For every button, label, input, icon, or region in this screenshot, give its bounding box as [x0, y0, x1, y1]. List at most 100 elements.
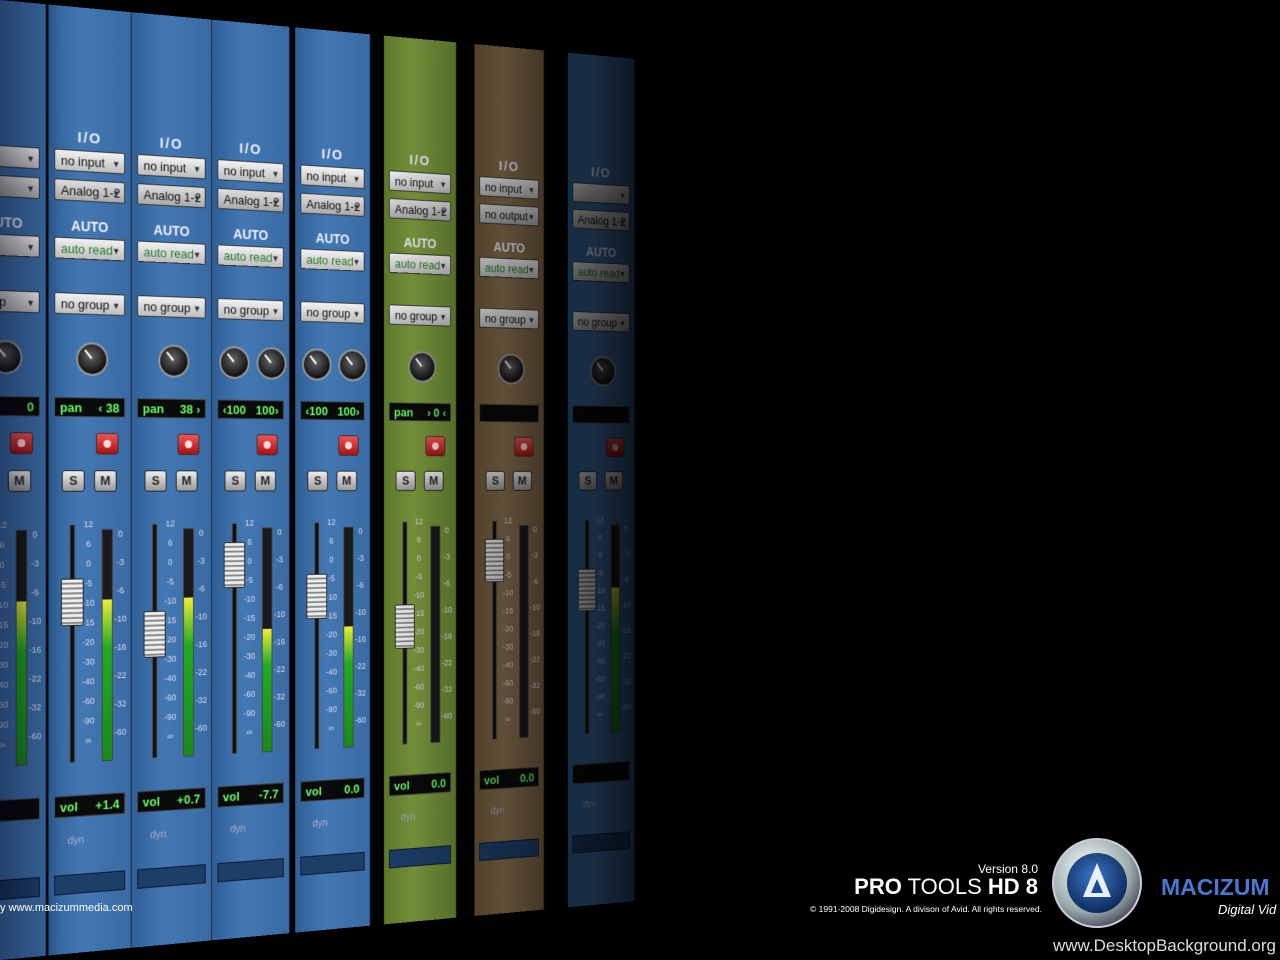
input-select[interactable]: no input	[137, 153, 206, 180]
automation-mode-select[interactable]: read	[0, 232, 40, 258]
mute-button[interactable]: M	[604, 471, 623, 491]
output-select[interactable]: Analog 1-2	[217, 187, 284, 213]
volume-readout[interactable]: vol 0.0	[479, 766, 539, 791]
solo-button[interactable]: S	[307, 470, 328, 492]
group-select[interactable]: no group	[572, 311, 630, 333]
pan-readout[interactable]: pan ‹ 38	[54, 396, 126, 418]
pan-readout[interactable]: pan 38 ›	[137, 398, 206, 419]
record-enable-button[interactable]	[338, 435, 359, 456]
input-select[interactable]: no input	[54, 148, 126, 175]
automation-mode-select[interactable]: auto read	[217, 244, 284, 269]
mute-button[interactable]: M	[423, 470, 444, 492]
pan-knob-icon[interactable]	[302, 348, 332, 381]
group-select[interactable]: no group	[479, 307, 539, 330]
output-select[interactable]: Analog 1-2	[388, 197, 451, 222]
volume-fader-handle[interactable]	[484, 538, 505, 583]
volume-readout[interactable]	[572, 761, 630, 785]
input-select[interactable]: no input	[300, 164, 365, 190]
automation-mode-select[interactable]: auto read	[54, 236, 126, 262]
meter-scale: 0 -3 -6 -10 -16 -22 -32 -60	[194, 528, 208, 750]
solo-button[interactable]: S	[485, 470, 505, 491]
automation-mode-select[interactable]: auto read	[137, 240, 206, 265]
pan-knob-icon[interactable]	[408, 351, 437, 383]
output-select[interactable]: no output	[479, 203, 539, 227]
input-select[interactable]: no input	[479, 176, 539, 200]
pan-readout[interactable]	[572, 405, 630, 424]
volume-fader-handle[interactable]	[577, 568, 597, 612]
track-name-field[interactable]	[54, 870, 126, 896]
meter-tick-label: -22	[28, 673, 42, 684]
pan-readout[interactable]: ‹100 100›	[300, 400, 365, 421]
volume-fader-handle[interactable]	[394, 604, 415, 650]
pan-readout[interactable]: ‹100 100›	[217, 399, 284, 420]
track-name-field[interactable]	[388, 845, 451, 869]
channel-strip: AUTOreadgroup0SM1260-5-10-15-20-30-40-60…	[0, 0, 47, 960]
pan-knob-right-icon[interactable]	[338, 349, 368, 382]
mute-button[interactable]: M	[175, 470, 198, 492]
pan-knob-icon[interactable]	[219, 345, 250, 380]
record-enable-button[interactable]	[606, 437, 625, 458]
output-select[interactable]	[0, 173, 40, 200]
mute-button[interactable]: M	[254, 470, 276, 492]
record-enable-button[interactable]	[514, 436, 534, 457]
automation-mode-select[interactable]: auto read	[388, 252, 451, 276]
pan-knob-icon[interactable]	[76, 342, 109, 377]
record-enable-button[interactable]	[256, 434, 278, 456]
output-select[interactable]: Analog 1-2	[137, 183, 206, 209]
output-select[interactable]: Analog 1-2	[572, 208, 630, 232]
solo-button[interactable]: S	[395, 470, 416, 492]
volume-readout[interactable]: vol 0.0	[300, 777, 365, 803]
group-select[interactable]: no group	[388, 304, 451, 327]
automation-mode-select[interactable]: auto read	[300, 248, 365, 272]
track-name-field[interactable]	[0, 876, 40, 903]
group-select[interactable]: no group	[217, 297, 284, 322]
pan-knob-icon[interactable]	[590, 355, 617, 387]
volume-readout[interactable]: vol -7.7	[217, 782, 284, 808]
group-select[interactable]: no group	[137, 295, 206, 319]
meter-tick-label: -3	[116, 557, 125, 567]
mute-button[interactable]: M	[94, 470, 117, 492]
solo-button[interactable]: S	[144, 470, 167, 492]
record-enable-button[interactable]	[9, 432, 34, 455]
track-name-field[interactable]	[572, 831, 630, 854]
pan-knob-right-icon[interactable]	[256, 346, 287, 380]
mute-button[interactable]: M	[7, 470, 32, 492]
volume-fader-handle[interactable]	[306, 573, 328, 620]
volume-readout[interactable]: vol +0.7	[137, 787, 206, 813]
output-select[interactable]: Analog 1-2	[300, 192, 365, 217]
mute-button[interactable]: M	[512, 470, 532, 491]
volume-fader-handle[interactable]	[223, 541, 246, 589]
group-select[interactable]: no group	[54, 291, 126, 317]
input-select[interactable]	[0, 142, 40, 170]
input-select[interactable]	[572, 182, 630, 206]
output-select[interactable]: Analog 1-2	[54, 178, 126, 204]
volume-readout[interactable]: vol 0.0	[388, 772, 451, 797]
track-name-field[interactable]	[300, 851, 365, 876]
track-name-field[interactable]	[217, 858, 284, 883]
input-select[interactable]: no input	[388, 170, 451, 195]
volume-fader-handle[interactable]	[60, 578, 84, 627]
track-name-field[interactable]	[479, 838, 539, 862]
track-name-field[interactable]	[137, 864, 206, 889]
volume-fader-handle[interactable]	[143, 610, 166, 658]
pan-knob-icon[interactable]	[0, 339, 23, 375]
mute-button[interactable]: M	[336, 470, 357, 492]
pan-readout[interactable]: 0	[0, 395, 40, 417]
pan-readout[interactable]	[479, 403, 539, 423]
record-enable-button[interactable]	[96, 432, 119, 455]
record-enable-button[interactable]	[425, 435, 446, 457]
solo-button[interactable]: S	[578, 471, 598, 491]
solo-button[interactable]: S	[61, 470, 85, 492]
group-select[interactable]: group	[0, 288, 40, 314]
volume-readout[interactable]: vol +1.4	[54, 792, 126, 819]
pan-knob-icon[interactable]	[158, 344, 190, 378]
pan-readout[interactable]: pan › 0 ‹	[388, 402, 451, 422]
group-select[interactable]: no group	[300, 301, 365, 324]
automation-mode-select[interactable]: auto read	[572, 261, 630, 284]
automation-mode-select[interactable]: auto read	[479, 256, 539, 280]
volume-readout[interactable]	[0, 797, 40, 825]
solo-button[interactable]: S	[224, 470, 246, 492]
pan-knob-icon[interactable]	[497, 353, 525, 385]
input-select[interactable]: no input	[217, 159, 284, 185]
record-enable-button[interactable]	[177, 433, 200, 456]
